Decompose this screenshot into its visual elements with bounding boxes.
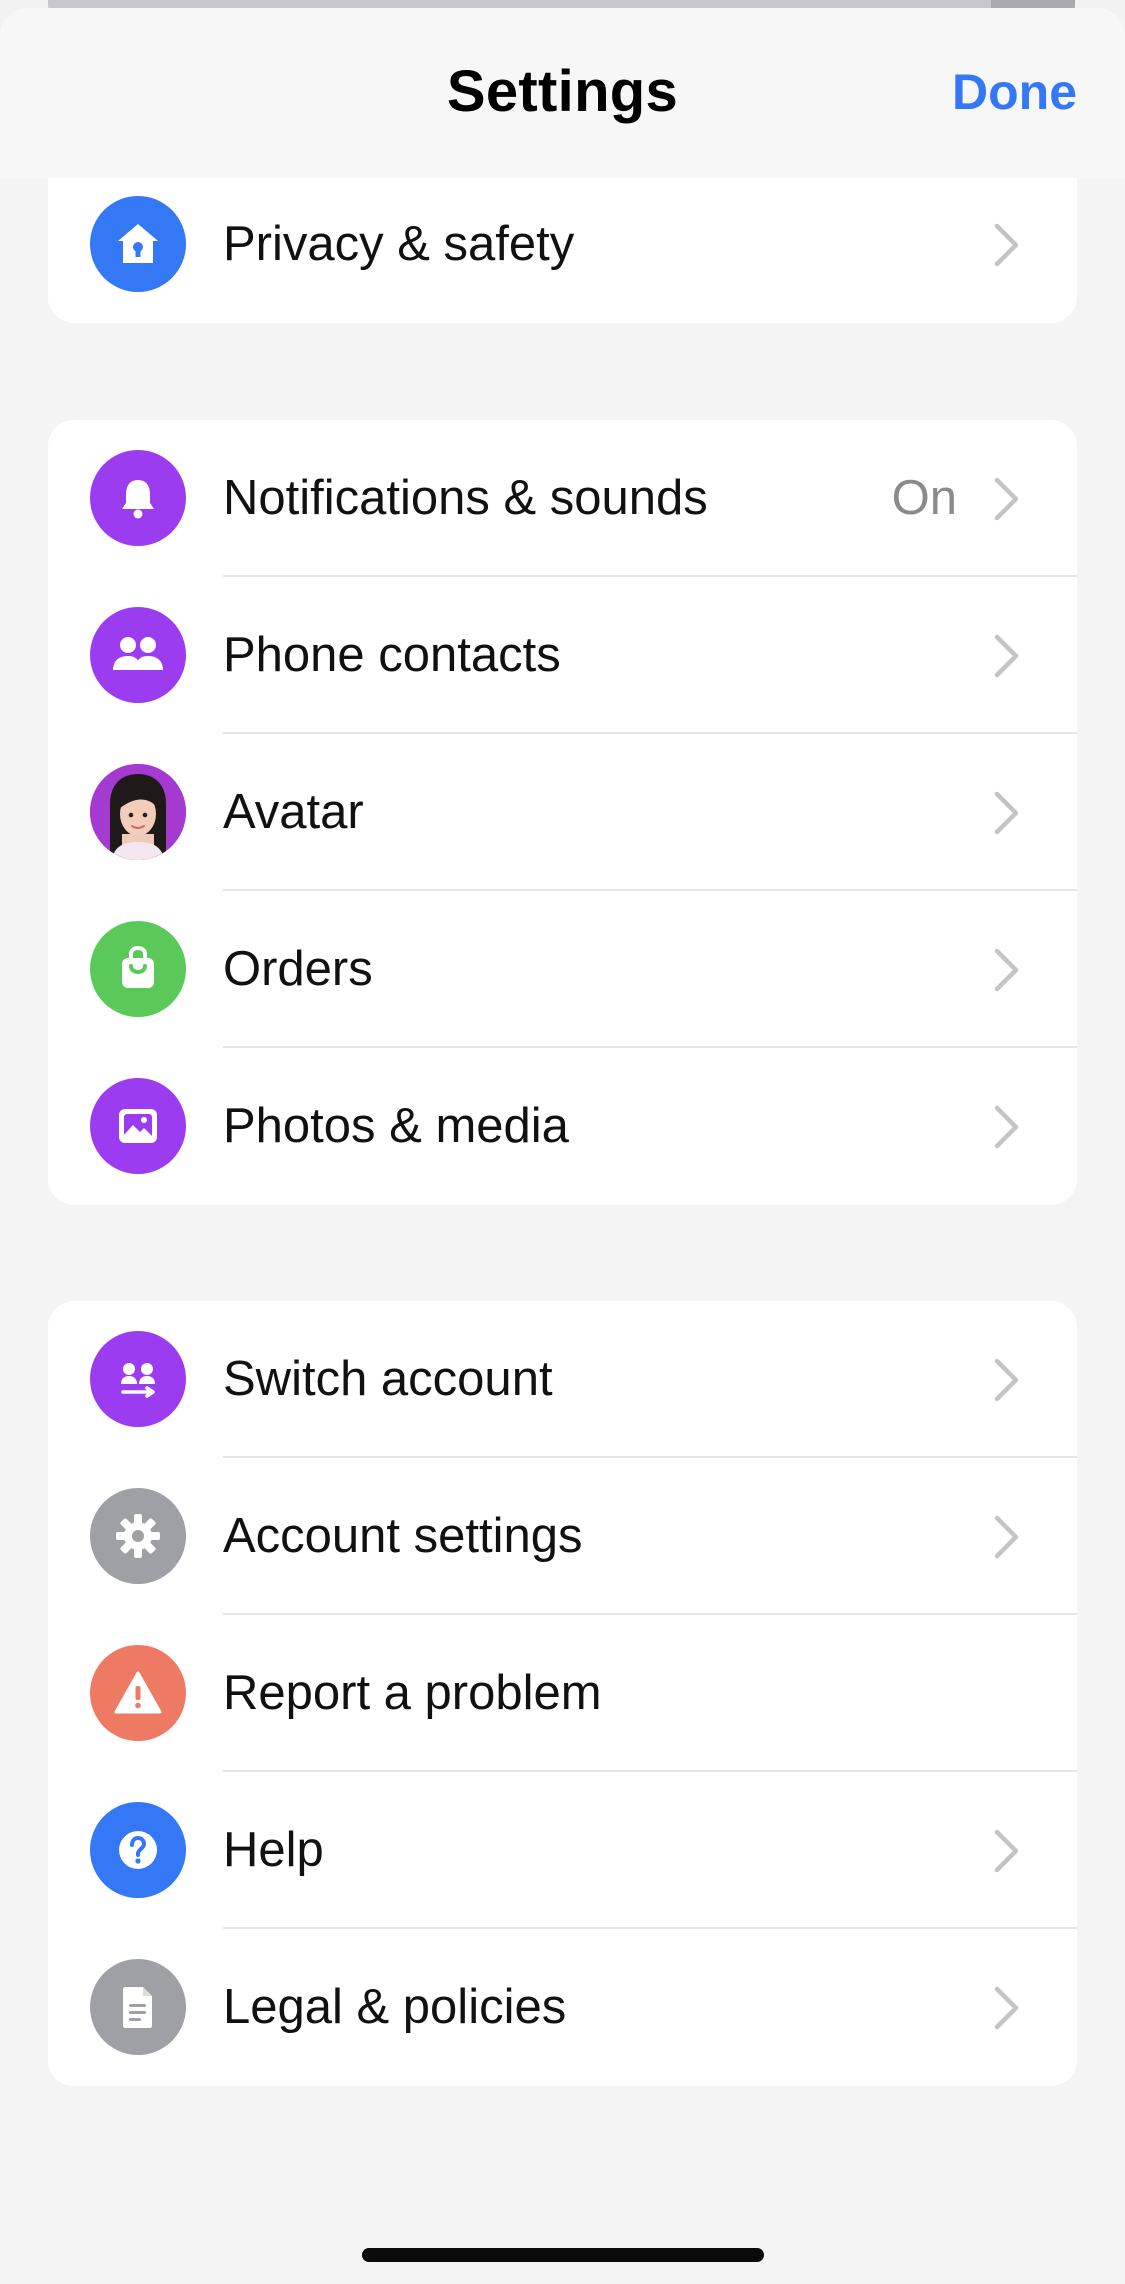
house-lock-icon [90,196,186,292]
settings-row-account-settings[interactable]: Account settings [48,1458,1077,1615]
settings-row-label: Account settings [223,1509,583,1563]
bell-icon [90,450,186,546]
settings-row-label: Legal & policies [223,1980,567,2034]
chevron-right-icon [994,1829,1019,1873]
settings-row-label: Report a problem [223,1666,602,1720]
settings-row-avatar[interactable]: Avatar [48,734,1077,891]
document-icon [90,1959,186,2055]
settings-row-notifications[interactable]: Notifications & sounds On [48,420,1077,577]
navigation-bar: Settings Done [0,8,1125,178]
question-icon [90,1802,186,1898]
settings-row-label: Orders [223,942,373,996]
settings-row-label: Privacy & safety [223,217,575,271]
shopping-bag-icon [90,921,186,1017]
settings-row-label: Photos & media [223,1099,569,1153]
settings-row-label: Help [223,1823,324,1877]
settings-group-account: Switch account Account settings Report a… [48,1301,1077,2086]
home-indicator[interactable] [362,2248,764,2262]
done-button[interactable]: Done [952,63,1077,121]
chevron-right-icon [994,1105,1019,1149]
settings-row-label: Phone contacts [223,628,561,682]
chevron-right-icon [994,1358,1019,1402]
settings-row-switch-account[interactable]: Switch account [48,1301,1077,1458]
settings-row-photos-media[interactable]: Photos & media [48,1048,1077,1205]
notifications-status-value: On [891,471,957,525]
settings-row-report-problem[interactable]: Report a problem [48,1615,1077,1772]
settings-group-preferences: Notifications & sounds On Phone contacts [48,420,1077,1205]
chevron-right-icon [994,791,1019,835]
switch-account-icon [90,1331,186,1427]
settings-row-label: Notifications & sounds [223,471,708,525]
gear-icon [90,1488,186,1584]
chevron-right-icon [994,634,1019,678]
settings-row-label: Avatar [223,785,364,839]
settings-row-legal-policies[interactable]: Legal & policies [48,1929,1077,2086]
settings-sheet: Settings Done Privacy & safety Notificat… [0,8,1125,2284]
settings-row-label: Switch account [223,1352,553,1406]
avatar-image [90,764,186,860]
settings-row-orders[interactable]: Orders [48,891,1077,1048]
settings-row-privacy-safety[interactable]: Privacy & safety [48,166,1077,323]
chevron-right-icon [994,948,1019,992]
photo-icon [90,1078,186,1174]
people-icon [90,607,186,703]
warning-icon [90,1645,186,1741]
chevron-right-icon [994,223,1019,267]
chevron-right-icon [994,1515,1019,1559]
settings-row-phone-contacts[interactable]: Phone contacts [48,577,1077,734]
settings-row-help[interactable]: Help [48,1772,1077,1929]
chevron-right-icon [994,1986,1019,2030]
chevron-right-icon [994,477,1019,521]
